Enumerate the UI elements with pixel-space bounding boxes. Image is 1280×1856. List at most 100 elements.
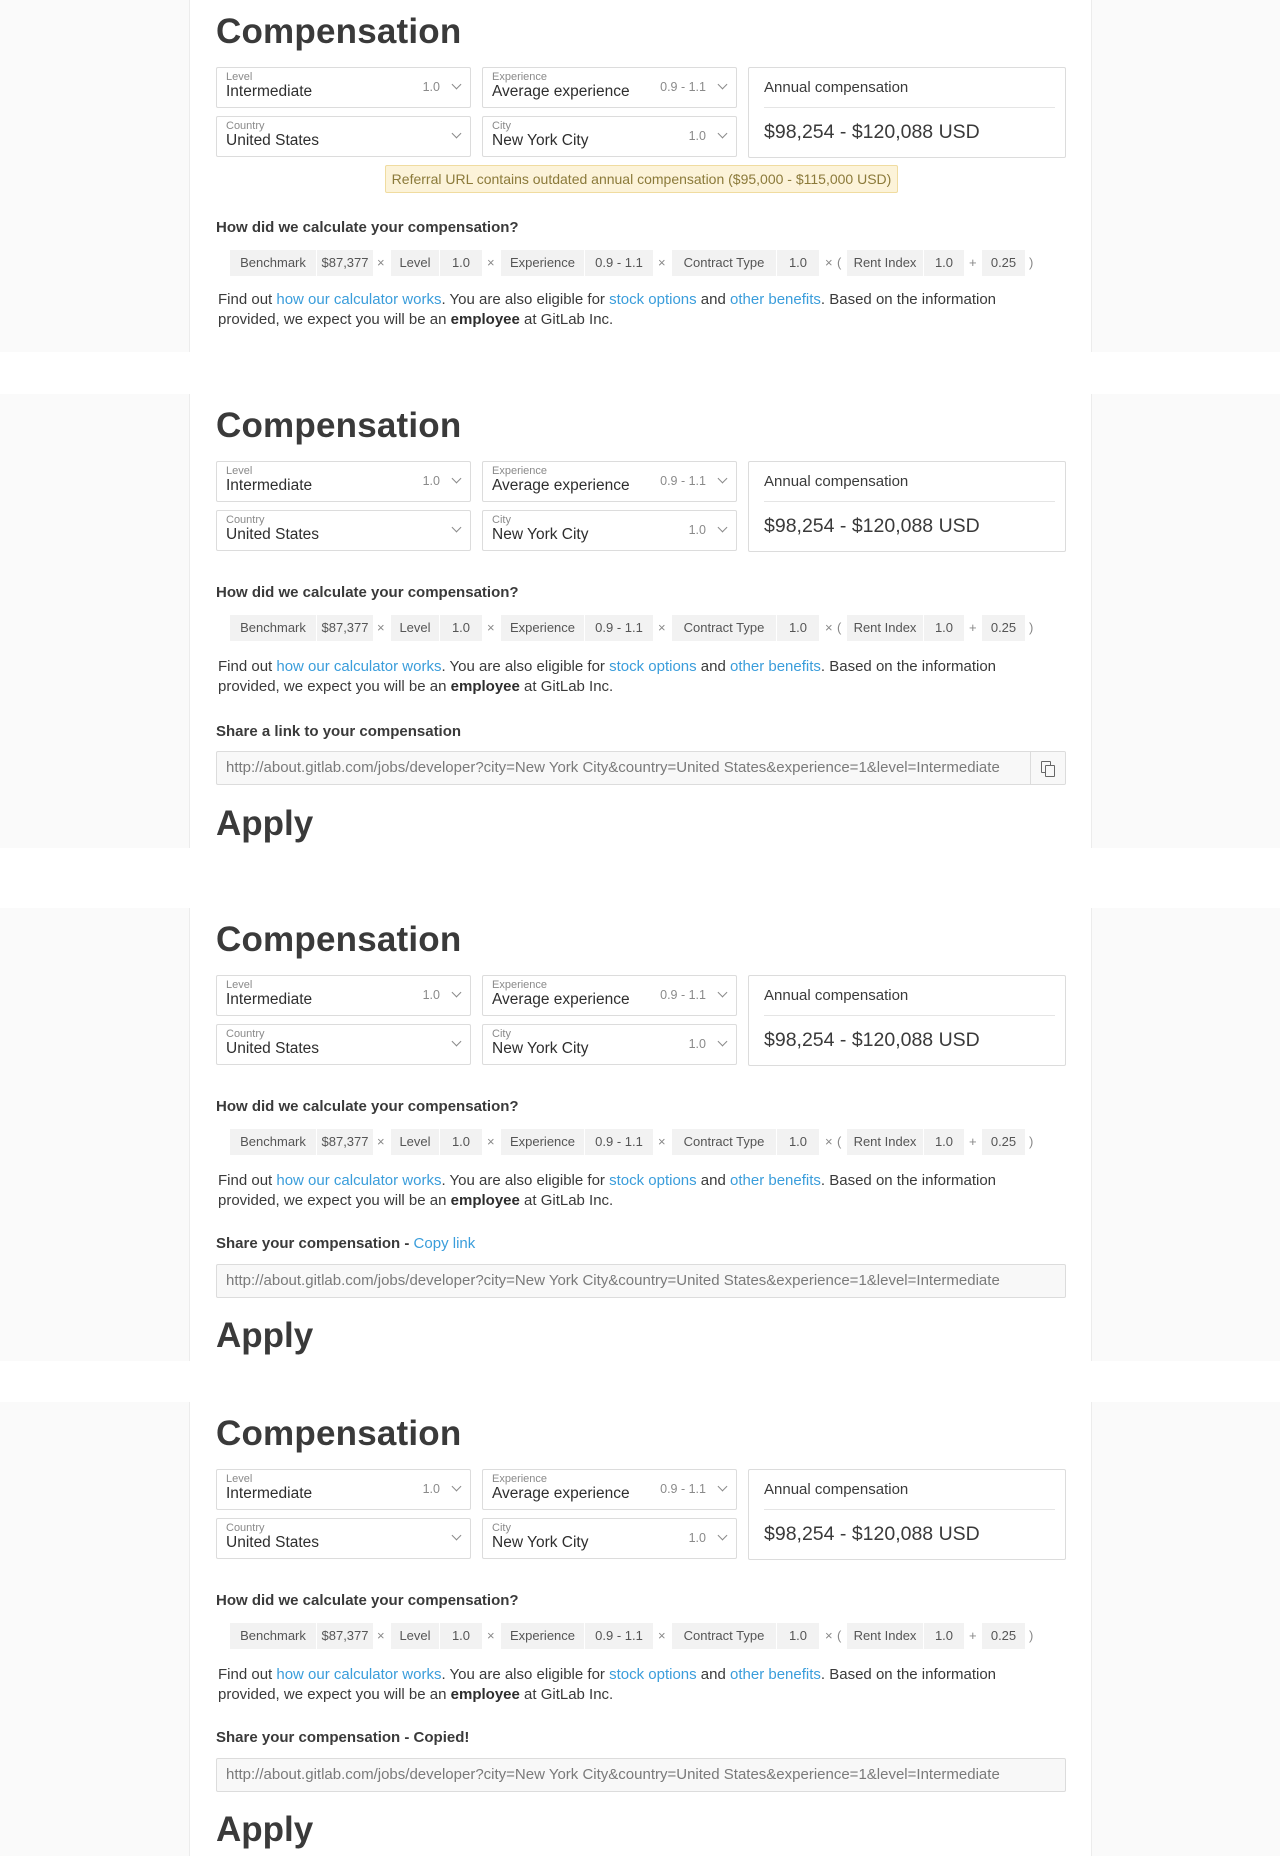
desc-text: at GitLab Inc.	[519, 678, 614, 695]
level-select[interactable]: Level Intermediate 1.0	[216, 1469, 471, 1510]
other-benefits-link[interactable]: other benefits	[730, 291, 821, 308]
times-operator: ×	[487, 1628, 495, 1643]
annual-compensation-value: $98,254 - $120,088 USD	[764, 1029, 980, 1051]
experience-select[interactable]: Experience Average experience 0.9 - 1.1	[482, 67, 737, 108]
experience-select[interactable]: Experience Average experience 0.9 - 1.1	[482, 975, 737, 1016]
level-multiplier: 1.0	[422, 1482, 440, 1496]
stock-options-link[interactable]: stock options	[609, 1666, 697, 1683]
plus-value: 0.25	[982, 1623, 1025, 1649]
share-url-input[interactable]: http://about.gitlab.com/jobs/developer?c…	[216, 1758, 1066, 1792]
experience-multiplier: 0.9 - 1.1	[660, 988, 706, 1002]
level-factor-label: Level	[391, 1129, 439, 1155]
rent-index-value: 1.0	[924, 615, 964, 641]
level-multiplier: 1.0	[422, 988, 440, 1002]
level-select[interactable]: Level Intermediate 1.0	[216, 975, 471, 1016]
country-select[interactable]: Country United States	[216, 510, 471, 551]
level-select[interactable]: Level Intermediate 1.0	[216, 67, 471, 108]
rent-index-value: 1.0	[924, 250, 964, 276]
share-url-input[interactable]: http://about.gitlab.com/jobs/developer?c…	[216, 751, 1066, 785]
country-value: United States	[226, 132, 320, 149]
divider	[764, 1015, 1055, 1016]
times-operator: ×	[377, 620, 385, 635]
chevron-down-icon	[717, 473, 728, 484]
city-select[interactable]: City New York City 1.0	[482, 1024, 737, 1065]
times-operator: ×	[658, 1134, 666, 1149]
desc-text: at GitLab Inc.	[519, 311, 614, 328]
experience-select[interactable]: Experience Average experience 0.9 - 1.1	[482, 461, 737, 502]
plus-value: 0.25	[982, 1129, 1025, 1155]
level-value: Intermediate	[226, 1485, 313, 1502]
calculator-description: Find out how our calculator works. You a…	[218, 1665, 1038, 1705]
stock-options-link[interactable]: stock options	[609, 658, 697, 675]
other-benefits-link[interactable]: other benefits	[730, 1172, 821, 1189]
level-multiplier: 1.0	[422, 474, 440, 488]
level-factor-value: 1.0	[440, 250, 482, 276]
city-select[interactable]: City New York City 1.0	[482, 116, 737, 157]
calculator-link[interactable]: how our calculator works	[276, 291, 441, 308]
city-select[interactable]: City New York City 1.0	[482, 510, 737, 551]
other-benefits-link[interactable]: other benefits	[730, 1666, 821, 1683]
other-benefits-link[interactable]: other benefits	[730, 658, 821, 675]
chevron-down-icon	[717, 1036, 728, 1047]
calculator-link[interactable]: how our calculator works	[276, 1666, 441, 1683]
chevron-down-icon	[451, 1036, 462, 1047]
level-factor-label: Level	[391, 1623, 439, 1649]
close-paren: )	[1029, 255, 1034, 270]
experience-value: Average experience	[492, 83, 630, 100]
calc-question: How did we calculate your compensation?	[216, 1098, 519, 1115]
desc-text: . You are also eligible for	[441, 1172, 610, 1189]
compensation-title: Compensation	[216, 920, 462, 959]
experience-value: Average experience	[492, 477, 630, 494]
city-multiplier: 1.0	[688, 1037, 706, 1051]
panel-1-card: Compensation Level Intermediate 1.0 Expe…	[189, 0, 1092, 352]
panel-2-card: Compensation Level Intermediate 1.0 Expe…	[189, 394, 1092, 848]
benchmark-value: $87,377	[317, 1623, 373, 1649]
stock-options-link[interactable]: stock options	[609, 1172, 697, 1189]
chevron-down-icon	[451, 128, 462, 139]
times-operator: ×	[658, 1628, 666, 1643]
annual-compensation-label: Annual compensation	[764, 1481, 909, 1498]
country-select[interactable]: Country United States	[216, 116, 471, 157]
chevron-down-icon	[451, 79, 462, 90]
country-label: Country	[226, 514, 265, 526]
plus-value: 0.25	[982, 250, 1025, 276]
experience-factor-value: 0.9 - 1.1	[585, 250, 653, 276]
contract-type-label: Contract Type	[672, 250, 776, 276]
times-operator: ×	[658, 620, 666, 635]
experience-select[interactable]: Experience Average experience 0.9 - 1.1	[482, 1469, 737, 1510]
level-label: Level	[226, 71, 253, 83]
country-value: United States	[226, 1534, 320, 1551]
calculator-link[interactable]: how our calculator works	[276, 658, 441, 675]
copy-link[interactable]: Copy link	[414, 1235, 476, 1252]
benchmark-value: $87,377	[317, 615, 373, 641]
city-value: New York City	[492, 1534, 589, 1551]
desc-text: at GitLab Inc.	[519, 1192, 614, 1209]
level-value: Intermediate	[226, 477, 313, 494]
desc-text: . You are also eligible for	[441, 658, 610, 675]
calculator-link[interactable]: how our calculator works	[276, 1172, 441, 1189]
country-value: United States	[226, 526, 320, 543]
panel-3: Compensation Level Intermediate 1.0 Expe…	[0, 908, 1280, 1361]
stock-options-link[interactable]: stock options	[609, 291, 697, 308]
experience-factor-value: 0.9 - 1.1	[585, 1129, 653, 1155]
city-select[interactable]: City New York City 1.0	[482, 1518, 737, 1559]
country-label: Country	[226, 1522, 265, 1534]
experience-factor-label: Experience	[501, 1129, 584, 1155]
share-url-text: http://about.gitlab.com/jobs/developer?c…	[226, 1766, 1000, 1783]
panel-3-card: Compensation Level Intermediate 1.0 Expe…	[189, 908, 1092, 1361]
compensation-title: Compensation	[216, 406, 462, 445]
copy-button[interactable]	[1030, 752, 1065, 784]
level-multiplier: 1.0	[422, 80, 440, 94]
country-select[interactable]: Country United States	[216, 1518, 471, 1559]
level-factor-value: 1.0	[440, 1623, 482, 1649]
share-url-input[interactable]: http://about.gitlab.com/jobs/developer?c…	[216, 1264, 1066, 1298]
level-factor-label: Level	[391, 615, 439, 641]
divider	[764, 1509, 1055, 1510]
plus-operator: +	[969, 1628, 977, 1643]
apply-heading: Apply	[216, 1810, 314, 1849]
chevron-down-icon	[451, 987, 462, 998]
experience-multiplier: 0.9 - 1.1	[660, 1482, 706, 1496]
level-select[interactable]: Level Intermediate 1.0	[216, 461, 471, 502]
city-label: City	[492, 120, 511, 132]
country-select[interactable]: Country United States	[216, 1024, 471, 1065]
